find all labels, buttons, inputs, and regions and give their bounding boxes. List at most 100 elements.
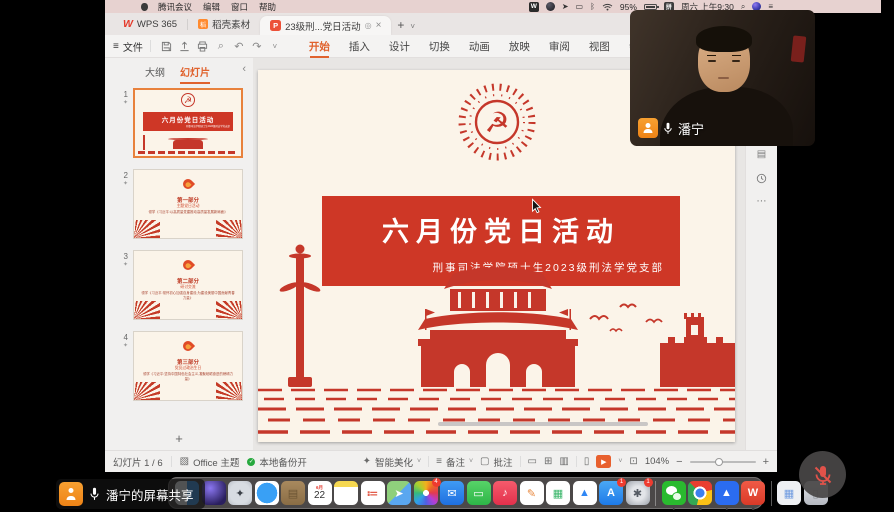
dock-icon-keynote[interactable]: ▲ [573, 481, 597, 505]
pin-icon[interactable]: ◎ [365, 21, 372, 30]
bluetooth-icon[interactable]: ᛒ [590, 3, 595, 11]
collapse-panel-icon[interactable]: ‹ [242, 63, 246, 75]
ribbon-tab-开始[interactable]: 开始 [308, 35, 331, 58]
add-slide-button[interactable]: + [105, 431, 253, 446]
ribbon-tab-设计[interactable]: 设计 [388, 35, 411, 58]
tab-outline[interactable]: 大纲 [145, 64, 165, 79]
zoom-in-button[interactable]: + [763, 456, 769, 468]
slide-thumbnail-1[interactable]: ☭六月份党日活动刑事司法学院硕士生2023级刑法学党支部 [133, 88, 243, 158]
macos-dock[interactable]: ✦▤6月22≔➤4✉▭♪✎▦▲A1✱1▲W▦▯ [168, 477, 763, 509]
dock-icon-mail[interactable]: ✉ [440, 481, 464, 505]
section-line1: 主题党日活动 [134, 204, 242, 209]
divider [150, 40, 151, 52]
ribbon-tab-视图[interactable]: 视图 [588, 35, 611, 58]
dock-icon-wechat[interactable] [662, 481, 686, 505]
dock-icon-tencent-meeting[interactable]: ▲ [715, 481, 739, 505]
ribbon-tab-切换[interactable]: 切换 [428, 35, 451, 58]
dock-icon-siri[interactable] [202, 481, 226, 505]
new-tab-button[interactable]: + [391, 18, 410, 35]
dock-icon-contacts[interactable]: ▤ [281, 481, 305, 505]
zoom-slider-thumb[interactable] [715, 458, 723, 466]
phone-remote-icon[interactable]: ▯ [584, 457, 590, 467]
undo-button[interactable]: ↶ [231, 38, 247, 54]
tab-document-active[interactable]: P 23级刑...党日活动 ◎ × [260, 16, 391, 35]
slide-sorter-icon[interactable]: ⊞ [544, 457, 552, 467]
dock-divider [655, 481, 656, 506]
menubar-menu-编辑[interactable]: 编辑 [203, 1, 220, 13]
dock-glyph: ➤ [394, 487, 403, 500]
ribbon-tab-动画[interactable]: 动画 [468, 35, 491, 58]
menubar-menu-腾讯会议[interactable]: 腾讯会议 [158, 1, 192, 13]
apple-icon[interactable] [141, 3, 148, 11]
dock-icon-downloads[interactable]: ▦ [777, 481, 801, 505]
file-menu-button[interactable]: ≡ 文件 [113, 39, 143, 54]
section-part-title: 第二部分 [134, 277, 242, 285]
dock-icon-settings[interactable]: ✱1 [626, 481, 650, 505]
export-button[interactable] [177, 38, 193, 54]
horizontal-scrollbar[interactable] [438, 422, 648, 426]
dock-divider [771, 481, 772, 506]
display-mirroring-icon[interactable]: ▭ [576, 3, 584, 11]
backup-status[interactable]: ✓ 本地备份开 [247, 455, 307, 469]
ribbon-tab-审阅[interactable]: 审阅 [548, 35, 571, 58]
webcam-video-tile[interactable]: 潘宁 [630, 10, 815, 146]
wifi-icon[interactable] [602, 3, 613, 11]
zoom-out-button[interactable]: − [676, 456, 682, 468]
tab-list-caret-icon[interactable]: ˅ [410, 22, 415, 35]
mic-muted-icon [811, 463, 835, 487]
notes-button[interactable]: ≡ 备注 ˅ [436, 455, 473, 469]
slideshow-play-button[interactable]: ▶ [596, 455, 611, 468]
dock-icon-calendar[interactable]: 6月22 [308, 481, 332, 505]
more-tools-icon[interactable]: ⋯ [757, 197, 767, 207]
find-replace-button[interactable]: ⌕ [213, 38, 229, 54]
dock-icon-photos[interactable]: 4 [414, 481, 438, 505]
fit-window-icon[interactable]: ⊡ [629, 457, 637, 467]
dock-icon-launchpad[interactable]: ✦ [228, 481, 252, 505]
slide-thumbnail-3[interactable]: 第二部分研讨交流领学《习近平:常怀初心加强自身建设,为建设美丽中国贡献青春力量》 [133, 250, 243, 320]
comment-icon: ▢ [480, 457, 489, 467]
dock-icon-facetime[interactable]: ▭ [467, 481, 491, 505]
save-button[interactable] [159, 38, 175, 54]
meeting-menubar-icon[interactable] [546, 2, 555, 11]
wps-menubar-icon[interactable]: W [529, 2, 539, 12]
statusbar-right: ✦ 智能美化 ˅ ≡ 备注 ˅ ▢ 批注 ▭ ⊞ ▥ [363, 455, 769, 469]
print-button[interactable] [195, 38, 211, 54]
close-tab-icon[interactable]: × [376, 20, 382, 31]
tab-docer-store[interactable]: 稻 稻壳素材 [188, 13, 260, 35]
selection-pane-icon[interactable]: ▤ [757, 150, 766, 160]
comments-button[interactable]: ▢ 批注 [480, 455, 512, 469]
dock-icon-safari[interactable] [255, 481, 279, 505]
caret-down-icon: ˅ [417, 458, 421, 465]
tab-wps-home[interactable]: W WPS 365 [113, 13, 187, 35]
ribbon-tab-放映[interactable]: 放映 [508, 35, 531, 58]
dock-icon-notes[interactable] [334, 481, 358, 505]
slide-thumbnail-2[interactable]: 第一部分主题党日活动领学《习近平:以高质量党建推动高质量发展新局面》 [133, 169, 243, 239]
dock-icon-chrome[interactable] [688, 481, 712, 505]
transition-star-icon: ✦ [105, 100, 128, 107]
slide-thumbnail-4[interactable]: 第三部分党员过政治生日领学《习近平:坚持中国特色社会主义,凝聚砥砺奋进的磅礴力量… [133, 331, 243, 401]
tab-slides[interactable]: 幻灯片 [180, 64, 210, 79]
quick-access-caret-icon[interactable]: ˅ [267, 38, 283, 54]
caret-down-icon[interactable]: ˅ [618, 458, 622, 465]
slide-counter: 幻灯片 1 / 6 [113, 455, 163, 469]
theme-button[interactable]: ▧ Office 主题 [180, 455, 240, 469]
zoom-level[interactable]: 104% [645, 456, 669, 467]
menubar-menu-帮助[interactable]: 帮助 [259, 1, 276, 13]
dock-icon-appstore[interactable]: A1 [599, 481, 623, 505]
mute-microphone-button[interactable] [799, 451, 846, 498]
dock-icon-numbers[interactable]: ▦ [546, 481, 570, 505]
menubar-menu-窗口[interactable]: 窗口 [231, 1, 248, 13]
normal-view-icon[interactable]: ▭ [528, 457, 537, 467]
dock-icon-wps[interactable]: W [741, 481, 765, 505]
reading-view-icon[interactable]: ▥ [559, 457, 568, 467]
location-icon[interactable]: ➤ [562, 3, 569, 11]
ribbon-tab-插入[interactable]: 插入 [348, 35, 371, 58]
beautify-button[interactable]: ✦ 智能美化 ˅ [363, 455, 422, 469]
dock-icon-reminders[interactable]: ≔ [361, 481, 385, 505]
dock-icon-pages[interactable]: ✎ [520, 481, 544, 505]
dock-icon-maps[interactable]: ➤ [387, 481, 411, 505]
dock-icon-music[interactable]: ♪ [493, 481, 517, 505]
zoom-slider[interactable] [690, 461, 756, 463]
redo-button[interactable]: ↷ [249, 38, 265, 54]
history-icon[interactable] [756, 173, 767, 184]
